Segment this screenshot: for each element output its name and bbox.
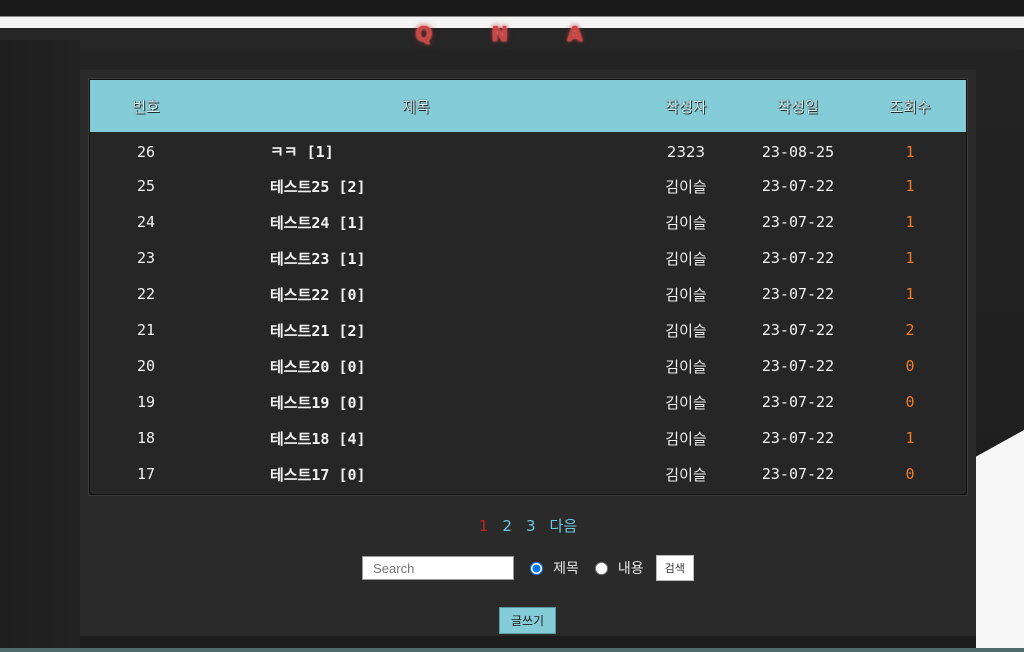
board-table-container: 번호 제목 작성자 작성일 조회수 26 ㅋㅋ [1] 2323 23-08-25 1 2… [89, 79, 967, 495]
post-author: 김이슬 [665, 249, 707, 268]
post-date: 23-07-22 [761, 285, 835, 303]
post-author: 김이슬 [665, 321, 707, 340]
write-post-button[interactable]: 글쓰기 [499, 607, 556, 634]
post-author: 김이슬 [665, 177, 707, 196]
post-date: 23-07-22 [761, 465, 835, 483]
search-option-label: 내용 [617, 561, 644, 577]
right-white-area [976, 430, 1024, 652]
post-number: 24 [136, 213, 156, 231]
header-subject: 제목 [402, 97, 430, 116]
post-subject-link[interactable]: 테스트23 [1] [202, 240, 630, 276]
post-author: 김이슬 [665, 285, 707, 304]
post-views: 1 [905, 142, 915, 161]
post-subject-link[interactable]: 테스트21 [2] [202, 312, 630, 348]
table-row[interactable]: 25 테스트25 [2] 김이슬 23-07-22 1 [90, 168, 966, 204]
bottom-strip [0, 648, 1024, 652]
pagination: 1 2 3 다음 [80, 515, 976, 536]
post-views: 1 [905, 213, 915, 231]
table-row[interactable]: 18 테스트18 [4] 김이슬 23-07-22 1 [90, 420, 966, 456]
post-views: 1 [905, 177, 915, 195]
post-author: 김이슬 [665, 429, 707, 448]
post-author: 김이슬 [665, 213, 707, 232]
post-subject-link[interactable]: 테스트18 [4] [202, 420, 630, 456]
post-date: 23-07-22 [761, 177, 835, 195]
post-subject-link[interactable]: 테스트20 [0] [202, 348, 630, 384]
header-date: 작성일 [777, 97, 819, 116]
post-author: 2323 [666, 142, 706, 161]
search-button[interactable]: 검색 [655, 555, 694, 581]
post-views: 1 [905, 429, 915, 447]
post-number: 19 [136, 393, 156, 411]
post-number: 17 [136, 465, 156, 483]
post-subject-link[interactable]: 테스트17 [0] [202, 456, 630, 492]
header-number: 번호 [132, 97, 160, 116]
page-link-1[interactable]: 1 [479, 517, 489, 535]
post-number: 21 [136, 321, 156, 339]
table-row[interactable]: 21 테스트21 [2] 김이슬 23-07-22 2 [90, 312, 966, 348]
next-page-link[interactable]: 다음 [550, 517, 578, 535]
table-row[interactable]: 22 테스트22 [0] 김이슬 23-07-22 1 [90, 276, 966, 312]
post-views: 1 [905, 249, 915, 267]
header-author: 작성자 [665, 97, 707, 116]
table-row[interactable]: 24 테스트24 [1] 김이슬 23-07-22 1 [90, 204, 966, 240]
search-input[interactable] [362, 556, 515, 580]
post-views: 1 [905, 285, 915, 303]
post-number: 22 [136, 285, 156, 303]
post-author: 김이슬 [665, 465, 707, 484]
page-link-3[interactable]: 3 [526, 517, 536, 535]
post-subject-link[interactable]: 테스트25 [2] [202, 168, 630, 204]
table-row[interactable]: 23 테스트23 [1] 김이슬 23-07-22 1 [90, 240, 966, 276]
post-number: 18 [136, 429, 156, 447]
post-number: 26 [136, 142, 156, 161]
search-option-radio-0[interactable] [530, 561, 544, 575]
post-author: 김이슬 [665, 393, 707, 412]
post-views: 0 [905, 357, 915, 375]
post-subject-link[interactable]: 테스트24 [1] [202, 204, 630, 240]
post-date: 23-07-22 [761, 429, 835, 447]
left-shade [0, 40, 80, 652]
post-subject-link[interactable]: 테스트19 [0] [202, 384, 630, 420]
post-views: 2 [905, 321, 915, 339]
post-number: 20 [136, 357, 156, 375]
table-body: 26 ㅋㅋ [1] 2323 23-08-25 1 25 테스트25 [2] 김이슬 23-07… [90, 132, 966, 492]
post-subject-link[interactable]: ㅋㅋ [1] [202, 132, 630, 168]
page-title: Q N A [415, 22, 609, 46]
table-header-row: 번호 제목 작성자 작성일 조회수 [90, 80, 966, 132]
table-row[interactable]: 26 ㅋㅋ [1] 2323 23-08-25 1 [90, 132, 966, 168]
board-table: 번호 제목 작성자 작성일 조회수 26 ㅋㅋ [1] 2323 23-08-25 1 2… [90, 80, 966, 492]
search-option-label: 제목 [553, 561, 579, 577]
post-views: 0 [905, 465, 915, 483]
post-number: 23 [136, 249, 156, 267]
post-date: 23-07-22 [761, 249, 835, 267]
search-bar: 제목 내용 검색 [80, 555, 976, 581]
page-link-2[interactable]: 2 [502, 517, 512, 535]
post-date: 23-07-22 [761, 321, 835, 339]
post-date: 23-07-22 [761, 393, 835, 411]
post-date: 23-08-25 [761, 142, 835, 161]
table-row[interactable]: 17 테스트17 [0] 김이슬 23-07-22 0 [90, 456, 966, 492]
header-views: 조회수 [889, 97, 931, 116]
board-panel: 번호 제목 작성자 작성일 조회수 26 ㅋㅋ [1] 2323 23-08-25 1 2… [80, 70, 976, 636]
post-number: 25 [136, 177, 156, 195]
post-views: 0 [905, 393, 915, 411]
post-author: 김이슬 [665, 357, 707, 376]
search-option-radio-1[interactable] [594, 561, 608, 575]
table-row[interactable]: 20 테스트20 [0] 김이슬 23-07-22 0 [90, 348, 966, 384]
table-row[interactable]: 19 테스트19 [0] 김이슬 23-07-22 0 [90, 384, 966, 420]
post-subject-link[interactable]: 테스트22 [0] [202, 276, 630, 312]
post-date: 23-07-22 [761, 213, 835, 231]
post-date: 23-07-22 [761, 357, 835, 375]
